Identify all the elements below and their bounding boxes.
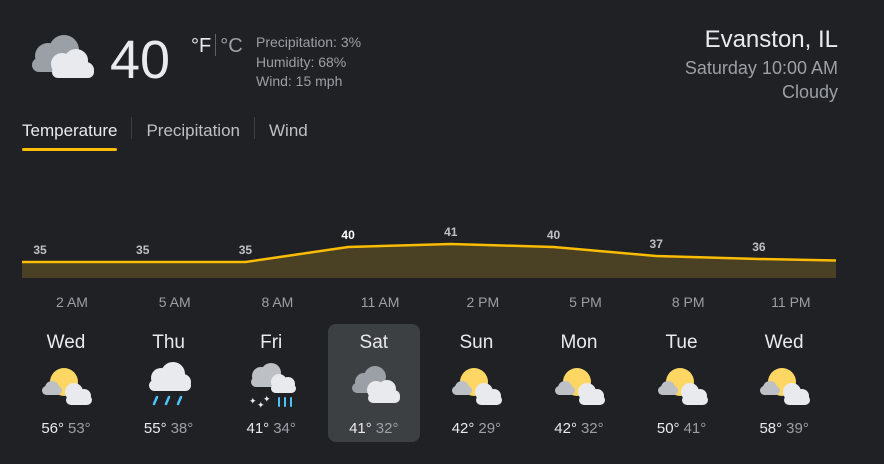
hourly-time-label: 11 PM [771, 294, 810, 310]
day-card-fri[interactable]: Fri ✦ ✦ ✦ 41° 34° [225, 324, 317, 442]
high-temp: 50° [656, 420, 680, 437]
day-card-sat[interactable]: Sat 41° 32° [327, 324, 420, 442]
hourly-time-label: 8 AM [261, 294, 293, 310]
day-temps: 55° 38° [144, 420, 193, 437]
weather-details: Precipitation: 3% Humidity: 68% Wind: 15… [256, 33, 361, 92]
location-block: Evanston, IL Saturday 10:00 AM Cloudy [685, 24, 838, 104]
day-name: Wed [46, 332, 86, 353]
location-time: Saturday 10:00 AM [684, 58, 838, 78]
celsius-button[interactable]: °C [220, 34, 242, 58]
high-temp: 41° [246, 420, 270, 437]
humidity-text: Humidity: 68% [256, 53, 347, 70]
day-name: Wed [764, 332, 804, 353]
low-temp: 32° [375, 420, 399, 437]
hourly-time-label: 2 AM [56, 294, 88, 310]
low-temp: 34° [273, 420, 296, 437]
day-name: Sun [459, 332, 494, 353]
hourly-temp-label: 35 [239, 243, 253, 257]
tab-wind[interactable]: Wind [269, 121, 308, 151]
hourly-temperature-chart: 35 35 35 40 41 40 37 36 2 AM 5 AM 8 AM 11 AM 2 PM 5 … [22, 225, 837, 310]
tab-precipitation[interactable]: Precipitation [146, 121, 240, 151]
high-temp: 42° [451, 420, 475, 437]
day-card-mon[interactable]: Mon 42° 32° [533, 324, 625, 442]
day-card-thu[interactable]: Thu 55° 38° [123, 324, 215, 442]
day-card-sun[interactable]: Sun 42° 29° [430, 324, 522, 442]
tab-divider [131, 117, 133, 139]
day-card-wed[interactable]: Wed 56° 53° [20, 324, 112, 442]
day-temps: 42° 32° [554, 420, 603, 437]
hourly-time-label: 8 PM [672, 294, 705, 310]
day-name: Tue [665, 332, 698, 353]
current-temperature: 40 [110, 30, 171, 90]
cloudy-icon [22, 30, 98, 86]
fahrenheit-button[interactable]: °F [191, 34, 211, 58]
hourly-temp-label: 36 [752, 240, 766, 254]
day-temps: 56° 53° [41, 420, 90, 437]
location-condition: Cloudy [781, 82, 838, 102]
hourly-time-label: 5 AM [159, 294, 191, 310]
svg-text:✦: ✦ [263, 395, 271, 405]
precipitation-text: Precipitation: 3% [256, 34, 362, 50]
daily-forecast: Wed 56° 53° Thu 55° 38° Fri ✦ ✦ ✦ 41° 34° Sat 41… [20, 324, 841, 442]
rain-snow-icon: ✦ ✦ ✦ [241, 362, 301, 411]
day-card-wed[interactable]: Wed 58° 39° [738, 324, 830, 442]
low-temp: 41° [683, 420, 707, 437]
partly-cloudy-icon [549, 362, 609, 410]
hourly-time-label: 5 PM [569, 294, 602, 310]
day-temps: 41° 34° [247, 420, 296, 437]
day-temps: 42° 29° [452, 420, 501, 437]
wind-text: Wind: 15 mph [256, 73, 343, 89]
partly-cloudy-icon [36, 362, 96, 410]
hourly-time-label: 2 PM [466, 294, 499, 310]
location-name: Evanston, IL [704, 26, 838, 53]
hourly-time-label: 11 AM [361, 294, 400, 310]
forecast-tabs: Temperature Precipitation Wind [22, 117, 308, 154]
svg-text:✦: ✦ [249, 397, 257, 407]
cloudy-icon [344, 362, 404, 410]
partly-cloudy-icon [652, 362, 712, 410]
day-name: Mon [560, 332, 598, 353]
day-temps: 50° 41° [657, 420, 706, 437]
unit-divider [215, 34, 217, 56]
high-temp: 58° [759, 420, 783, 437]
hourly-temp-label: 35 [33, 243, 47, 257]
high-temp: 41° [349, 420, 372, 437]
partly-cloudy-icon [446, 362, 506, 410]
high-temp: 56° [41, 420, 64, 437]
tab-temperature[interactable]: Temperature [22, 121, 118, 151]
day-name: Sat [359, 332, 389, 353]
low-temp: 39° [786, 420, 809, 437]
partly-cloudy-icon [754, 362, 814, 410]
hourly-temp-label: 40 [341, 228, 355, 242]
day-temps: 58° 39° [759, 420, 808, 437]
hourly-temp-label: 35 [136, 243, 150, 257]
low-temp: 38° [170, 420, 194, 437]
day-temps: 41° 32° [349, 420, 398, 437]
day-card-tue[interactable]: Tue 50° 41° [636, 324, 728, 442]
low-temp: 29° [478, 420, 502, 437]
high-temp: 42° [554, 420, 577, 437]
day-name: Thu [152, 332, 185, 353]
hourly-temp-label: 41 [444, 225, 458, 239]
low-temp: 32° [580, 420, 604, 437]
rain-icon [139, 362, 199, 410]
unit-toggle: °F °C [191, 34, 243, 58]
hourly-temp-label: 40 [547, 228, 561, 242]
day-name: Fri [260, 332, 283, 353]
tab-divider [254, 117, 255, 139]
low-temp: 53° [68, 420, 91, 437]
hourly-temp-label: 37 [650, 237, 664, 251]
high-temp: 55° [143, 420, 167, 437]
